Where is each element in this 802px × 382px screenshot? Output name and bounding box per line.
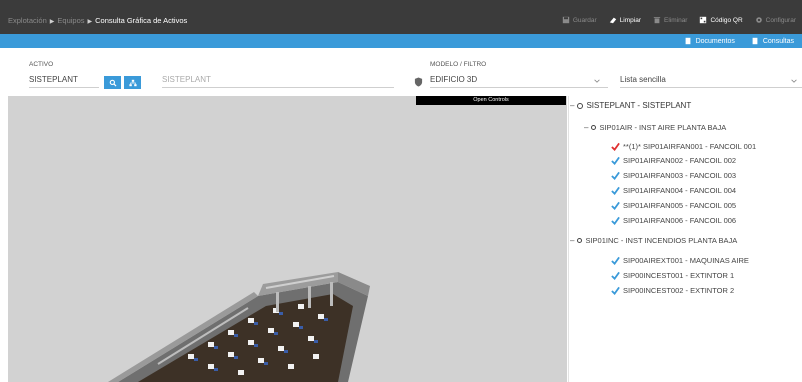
tree-leaf-label: SIP00AIREXT001 - MAQUINAS AIRE [623,256,749,265]
hierarchy-button[interactable] [124,76,141,89]
tree-leaf-label: SIP01AIRFAN006 - FANCOIL 006 [623,216,737,225]
guardar-label: Guardar [572,16,597,24]
secondary-toolbar: Documentos Consultas [0,34,802,48]
check-blue-icon [611,186,620,195]
tree-node-label: SISTEPLANT - SISTEPLANT [586,101,692,110]
check-blue-icon [611,286,620,295]
check-blue-icon [611,271,620,280]
tree-node-group[interactable]: – SIP01AIR - INST AIRE PLANTA BAJA [584,123,726,132]
database-icon [752,37,758,45]
breadcrumb-separator-icon: ▶ [87,19,93,25]
codigo-qr-label: Código QR [710,16,743,24]
tree-leaf-label: SIP01AIRFAN002 - FANCOIL 002 [623,156,737,165]
qr-code-icon [700,16,707,24]
shield-icon [414,77,423,87]
lista-select[interactable]: Lista sencilla [620,74,802,88]
node-ring-icon [591,125,597,130]
breadcrumb: Explotación ▶ Equipos ▶ Consulta Gráfica de … [8,16,187,25]
tree-leaf[interactable]: SIP00AIREXT001 - MAQUINAS AIRE [611,256,749,265]
eliminar-button[interactable]: Eliminar [647,14,693,26]
tree-leaf[interactable]: SIP01AIRFAN003 - FANCOIL 003 [611,171,736,180]
tree-leaf-label: SIP00INCEST001 - EXTINTOR 1 [623,271,735,280]
documentos-label: Documentos [695,37,735,45]
toolbar: Guardar Limpiar Eliminar Código QR Confi… [556,14,802,26]
node-ring-icon [577,102,584,109]
modelo-filtro-label: MODELO / FILTRO [430,61,487,68]
check-blue-icon [611,256,620,265]
guardar-button[interactable]: Guardar [556,14,603,26]
search-activo-button[interactable] [104,76,121,89]
activo-code-input[interactable]: SISTEPLANT [29,74,99,88]
tree-leaf-label: SIP01AIRFAN005 - FANCOIL 005 [623,201,737,210]
tree-leaf-label: **(1)* SIP01AIRFAN001 - FANCOIL 001 [623,142,757,151]
eliminar-label: Eliminar [664,16,688,24]
document-icon [685,37,690,45]
eraser-icon [609,17,616,24]
tree-leaf[interactable]: **(1)* SIP01AIRFAN001 - FANCOIL 001 [611,142,756,151]
node-ring-icon [577,238,583,243]
breadcrumb-separator-icon: ▶ [49,19,55,25]
codigo-qr-button[interactable]: Código QR [693,14,748,26]
tree-leaf-label: SIP01AIRFAN003 - FANCOIL 003 [623,171,737,180]
trash-icon [653,17,661,24]
tree-node-root[interactable]: – SISTEPLANT - SISTEPLANT [570,101,691,110]
top-bar: Explotación ▶ Equipos ▶ Consulta Gráfica de … [0,0,802,34]
activo-description-field: SISTEPLANT [162,74,394,88]
tree-leaf[interactable]: SIP01AIRFAN002 - FANCOIL 002 [611,156,736,165]
tree-leaf[interactable]: SIP00INCEST002 - EXTINTOR 2 [611,286,734,295]
breadcrumb-item-equipos[interactable]: Equipos [57,16,84,25]
tree-leaf[interactable]: SIP01AIRFAN004 - FANCOIL 004 [611,186,736,195]
check-red-icon [611,142,620,151]
breadcrumb-item-explotacion[interactable]: Explotación [8,16,47,25]
tree-divider [568,96,569,382]
check-blue-icon [611,156,620,165]
search-icon [109,79,116,86]
collapse-icon[interactable]: – [570,101,574,110]
tree-node-group[interactable]: – SIP01INC - INST INCENDIOS PLANTA BAJA [570,236,737,245]
building-3d-model[interactable] [8,96,567,382]
gear-icon [755,17,762,23]
check-blue-icon [611,216,620,225]
documentos-button[interactable]: Documentos [676,34,743,48]
tree-leaf[interactable]: SIP00INCEST001 - EXTINTOR 1 [611,271,734,280]
tree-leaf[interactable]: SIP01AIRFAN006 - FANCOIL 006 [611,216,736,225]
tree-node-label: SIP01INC - INST INCENDIOS PLANTA BAJA [585,236,738,245]
activo-label: ACTIVO [29,61,54,68]
chevron-down-icon[interactable] [593,77,601,85]
tree-leaf-label: SIP01AIRFAN004 - FANCOIL 004 [623,186,737,195]
hierarchy-icon [128,79,137,86]
limpiar-button[interactable]: Limpiar [603,14,647,26]
configurar-button[interactable]: Configurar [749,14,802,26]
3d-viewport[interactable] [8,96,567,382]
check-blue-icon [611,171,620,180]
chevron-down-icon[interactable] [790,77,798,85]
configurar-label: Configurar [765,16,796,24]
collapse-icon[interactable]: – [570,236,574,245]
modelo-select[interactable]: EDIFICIO 3D [430,74,608,88]
check-blue-icon [611,201,620,210]
collapse-icon[interactable]: – [584,123,588,132]
tree-node-label: SIP01AIR - INST AIRE PLANTA BAJA [599,123,727,132]
save-icon [562,16,570,24]
consultas-button[interactable]: Consultas [743,34,802,48]
open-controls-button[interactable]: Open Controls [416,96,566,105]
tree-leaf[interactable]: SIP01AIRFAN005 - FANCOIL 005 [611,201,736,210]
consultas-label: Consultas [762,37,794,45]
tree-leaf-label: SIP00INCEST002 - EXTINTOR 2 [623,286,735,295]
page-title: Consulta Gráfica de Activos [95,16,188,25]
limpiar-label: Limpiar [619,16,641,24]
